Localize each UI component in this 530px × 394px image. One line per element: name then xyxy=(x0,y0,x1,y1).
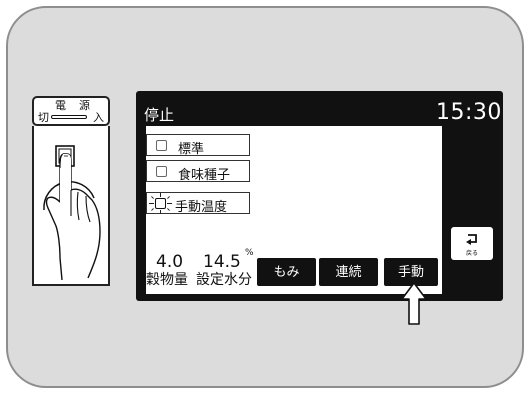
status-text: 停止 xyxy=(144,106,175,124)
menu-item-label: 食味種子 xyxy=(178,168,231,183)
lit-indicator-icon xyxy=(155,198,166,209)
power-label-char-2: 源 xyxy=(79,99,90,112)
back-button[interactable]: 戻る xyxy=(451,227,493,260)
moisture-label: 設定水分 xyxy=(196,272,252,288)
power-off-label: 切 xyxy=(38,111,49,124)
checkbox-icon xyxy=(156,166,167,177)
continuous-button[interactable]: 連続 xyxy=(318,257,379,287)
moisture-unit: % xyxy=(245,248,254,258)
menu-item-manual-temperature[interactable]: 手動温度 xyxy=(146,192,250,215)
power-label-char-1: 電 xyxy=(55,99,66,112)
grain-amount-label: 穀物量 xyxy=(146,272,188,288)
paddy-button[interactable]: もみ xyxy=(256,257,317,287)
menu-item-taste-seed[interactable]: 食味種子 xyxy=(146,160,250,183)
menu-item-label: 標準 xyxy=(178,142,205,157)
menu-item-standard[interactable]: 標準 xyxy=(146,134,250,157)
up-arrow-icon xyxy=(401,282,427,325)
back-label: 戻る xyxy=(465,250,478,257)
power-on-label: 入 xyxy=(93,111,104,124)
menu-item-label: 手動温度 xyxy=(175,200,228,215)
checkbox-icon xyxy=(156,140,167,151)
switch-slot-icon xyxy=(51,115,87,119)
power-switch-label: 電 源 切 入 xyxy=(32,96,110,126)
hand-pressing-icon xyxy=(43,145,101,281)
clock: 15:30 xyxy=(436,100,502,125)
